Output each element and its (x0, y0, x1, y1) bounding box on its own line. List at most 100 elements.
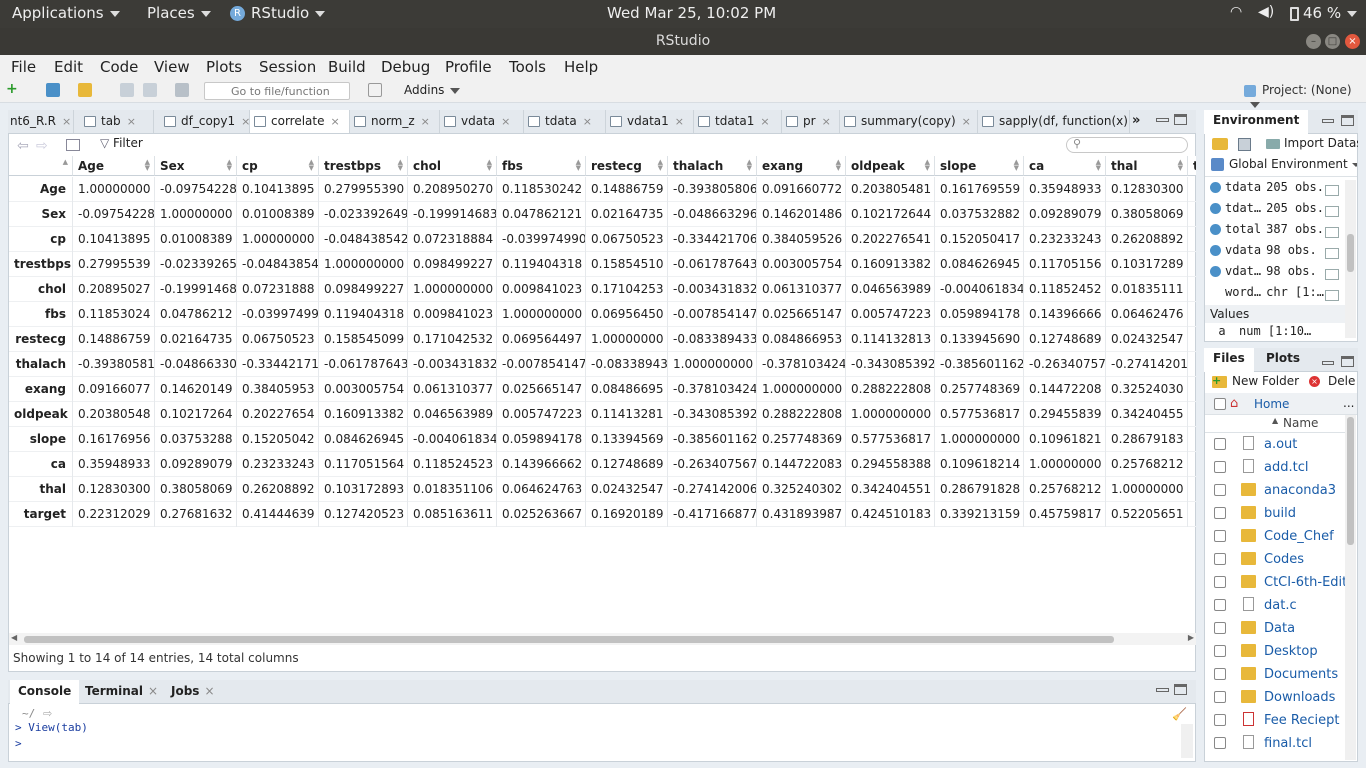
view-table-icon[interactable] (1325, 227, 1339, 238)
minimize-pane-icon[interactable] (1322, 361, 1334, 365)
file-row[interactable]: Downloads (1205, 686, 1345, 709)
file-name[interactable]: build (1264, 506, 1296, 521)
file-row[interactable]: a.out (1205, 433, 1345, 456)
file-row[interactable]: Code_Chef (1205, 525, 1345, 548)
column-header[interactable]: chol ▲ ▼ (408, 156, 497, 176)
file-row[interactable]: Documents (1205, 663, 1345, 686)
minimize-pane-icon[interactable] (1156, 688, 1169, 692)
home-icon[interactable]: ⌂ (1230, 396, 1238, 411)
tab-tab[interactable]: tab × (74, 110, 154, 133)
scroll-right-icon[interactable]: ▶ (1188, 633, 1194, 642)
file-checkbox[interactable] (1214, 714, 1226, 726)
search-input[interactable]: ⚲ (1066, 137, 1188, 153)
places-menu[interactable]: Places (147, 4, 211, 22)
environment-scope-select[interactable]: Global Environment (1205, 157, 1357, 177)
column-header[interactable]: fbs ▲ ▼ (497, 156, 586, 176)
pane-layout-icon[interactable] (368, 83, 382, 97)
file-checkbox[interactable] (1214, 691, 1226, 703)
file-name[interactable]: Desktop (1264, 644, 1318, 659)
tab-sapply[interactable]: sapply(df, function(x) su (978, 110, 1130, 133)
menu-edit[interactable]: Edit (54, 58, 83, 76)
menu-tools[interactable]: Tools (509, 58, 546, 76)
filter-button[interactable]: ▽ Filter (100, 136, 143, 150)
minimize-pane-icon[interactable] (1322, 119, 1334, 123)
open-file-icon[interactable] (78, 83, 92, 97)
files-column-header[interactable]: ▲ Name (1205, 415, 1345, 433)
project-menu[interactable]: Project: (None) (1244, 83, 1366, 111)
expand-icon[interactable] (1210, 266, 1221, 277)
popout-icon[interactable] (66, 139, 80, 151)
menu-view[interactable]: View (154, 58, 190, 76)
file-row[interactable]: Desktop (1205, 640, 1345, 663)
view-table-icon[interactable] (1325, 269, 1339, 280)
close-tab-icon[interactable]: × (148, 684, 158, 698)
close-tab-icon[interactable]: × (501, 115, 510, 128)
import-dataset-button[interactable]: Import Datas (1266, 136, 1358, 150)
new-folder-button[interactable]: + New Folder (1212, 374, 1299, 388)
back-icon[interactable]: ⇦ (17, 138, 29, 154)
tab-nt6-r[interactable]: nt6_R.R × (8, 110, 74, 133)
console-scrollbar[interactable] (1181, 724, 1193, 758)
column-header[interactable]: Sex ▲ ▼ (155, 156, 237, 176)
go-to-dir-icon[interactable]: ⇨ (43, 707, 52, 720)
tab-jobs[interactable]: Jobs × (163, 680, 223, 704)
horizontal-scrollbar[interactable]: ◀ ▶ (9, 633, 1196, 645)
file-row[interactable]: Fee Reciept … (1205, 709, 1345, 732)
view-table-icon[interactable] (1325, 206, 1339, 217)
view-table-icon[interactable] (1325, 290, 1339, 301)
column-header[interactable]: Age ▲ ▼ (73, 156, 155, 176)
env-data-row[interactable]: tdat… 205 obs. (1205, 201, 1345, 222)
menu-plots[interactable]: Plots (206, 58, 242, 76)
column-header[interactable]: slope ▲ ▼ (935, 156, 1024, 176)
new-file-icon[interactable]: + (6, 82, 20, 97)
expand-icon[interactable] (1210, 245, 1221, 256)
wifi-icon[interactable]: ◠ (1230, 4, 1242, 20)
goto-file-input[interactable]: Go to file/function (204, 82, 350, 100)
applications-menu[interactable]: Applications (12, 4, 120, 22)
column-header[interactable]: t (1188, 156, 1196, 176)
env-data-row[interactable]: vdata 98 obs. (1205, 243, 1345, 264)
maximize-pane-icon[interactable] (1341, 356, 1354, 367)
close-tab-icon[interactable]: × (331, 115, 340, 128)
file-checkbox[interactable] (1214, 553, 1226, 565)
console-output[interactable]: ~/ ⇨ 🧹 > View(tab) > (8, 704, 1196, 762)
file-row[interactable]: add.tcl (1205, 456, 1345, 479)
close-tab-icon[interactable]: × (127, 115, 136, 128)
clear-console-icon[interactable]: 🧹 (1172, 707, 1187, 721)
file-checkbox[interactable] (1214, 668, 1226, 680)
load-workspace-icon[interactable] (1212, 138, 1228, 150)
column-header[interactable]: oldpeak ▲ ▼ (846, 156, 935, 176)
addins-menu[interactable]: Addins (404, 83, 461, 97)
tab-df-copy1[interactable]: df_copy1 × (154, 110, 250, 133)
close-icon[interactable]: × (1345, 34, 1360, 49)
save-all-icon[interactable] (143, 83, 157, 97)
save-workspace-icon[interactable] (1238, 138, 1251, 151)
tab-vdata[interactable]: vdata × (440, 110, 524, 133)
column-header[interactable]: restecg ▲ ▼ (586, 156, 668, 176)
file-checkbox[interactable] (1214, 737, 1226, 749)
env-data-row[interactable]: tdata 205 obs. (1205, 180, 1345, 201)
column-header-rownames[interactable]: ▲ (9, 156, 73, 176)
tab-terminal[interactable]: Terminal × (77, 680, 166, 704)
expand-icon[interactable] (1210, 182, 1221, 193)
expand-icon[interactable] (1210, 203, 1221, 214)
file-row[interactable]: Data (1205, 617, 1345, 640)
close-tab-icon[interactable]: × (241, 115, 249, 128)
horizontal-scrollbar-thumb[interactable] (24, 636, 1114, 643)
file-checkbox[interactable] (1214, 438, 1226, 450)
tab-tdata1[interactable]: tdata1 × (694, 110, 782, 133)
files-scrollbar-thumb[interactable] (1347, 417, 1354, 545)
file-name[interactable]: dat.c (1264, 598, 1297, 613)
more-tabs-icon[interactable]: » (1132, 113, 1140, 128)
file-name[interactable]: final.tcl (1264, 736, 1312, 751)
file-name[interactable]: Codes (1264, 552, 1304, 567)
file-name[interactable]: a.out (1264, 437, 1297, 452)
tab-environment[interactable]: Environment (1204, 110, 1309, 134)
env-data-row[interactable]: total 387 obs. (1205, 222, 1345, 243)
expand-icon[interactable] (1210, 224, 1221, 235)
close-tab-icon[interactable]: × (204, 684, 214, 698)
file-name[interactable]: Code_Chef (1264, 529, 1334, 544)
menu-file[interactable]: File (11, 58, 36, 76)
tab-pr[interactable]: pr × (782, 110, 840, 133)
file-checkbox[interactable] (1214, 461, 1226, 473)
